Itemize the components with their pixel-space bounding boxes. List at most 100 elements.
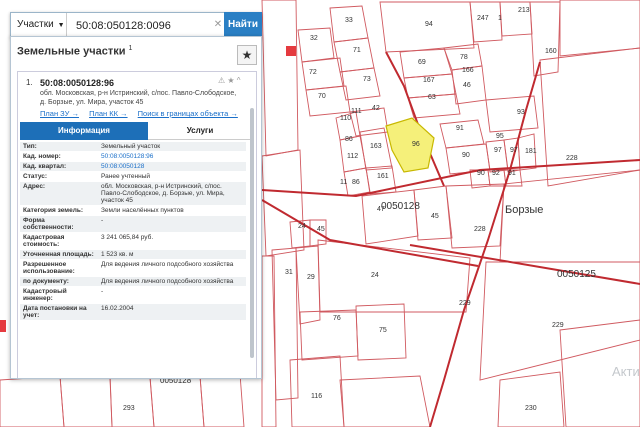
chevron-down-icon: ▼ [57, 22, 65, 29]
info-row: Адрес: обл. Московская, р-н Истринский, с… [20, 182, 246, 206]
link-plan-zu[interactable]: План ЗУ → [40, 109, 79, 118]
parcel-number: 161 [377, 173, 389, 180]
parcel-number: 97 [494, 147, 502, 154]
tab-services[interactable]: Услуги [148, 122, 252, 140]
info-row: Дата постановки на учет: 16.02.2004 [20, 304, 246, 321]
result-tool-icons[interactable]: ⚠ ★ ^ [218, 76, 241, 85]
info-row: Кадастровый инженер: - [20, 287, 246, 304]
parcel-number: 90 [462, 152, 470, 159]
info-row: Уточненная площадь: 1 523 кв. м [20, 250, 246, 260]
parcel-number: 70 [318, 93, 326, 100]
info-row-value: 3 241 065,84 руб. [101, 234, 154, 241]
result-index: 1. [26, 78, 33, 87]
parcel-number: 166 [462, 67, 474, 74]
info-row-value: 16.02.2004 [101, 305, 134, 312]
link-search-bounds[interactable]: Поиск в границах объекта → [138, 109, 238, 118]
info-row-label: Кад. квартал: [23, 163, 67, 170]
info-row-value: Земельный участок [101, 143, 161, 150]
info-row-label: Кадастровый инженер: [23, 288, 67, 302]
search-type-select[interactable]: Участки ▼ [11, 13, 67, 37]
parcel-number: 160 [545, 48, 557, 55]
search-bar: Участки▼ ✕ Найти [10, 12, 262, 39]
parcel-number: 93 [517, 109, 525, 116]
clear-icon[interactable]: ✕ [211, 13, 225, 37]
parcel-number: 32 [310, 35, 318, 42]
parcel-number: 97 [510, 147, 518, 154]
info-row-value: 1 523 кв. м [101, 251, 134, 258]
info-row-value: Ранее учтенный [101, 173, 150, 180]
quarter-label-1: 0050128 [381, 201, 420, 212]
info-row: Кад. квартал: 50:08:0050128 [20, 162, 246, 172]
info-row-label: Уточненная площадь: [23, 251, 94, 258]
info-row-value: обл. Московская, р-н Истринский, с/пос. … [101, 183, 225, 204]
parcel-number: 92 [492, 170, 500, 177]
parcel-number: 228 [474, 226, 486, 233]
parcel-number: 116 [311, 393, 322, 400]
info-row-label: Статус: [23, 173, 48, 180]
info-row: по документу: Для ведения личного подсобн… [20, 277, 246, 287]
panel-scrollbar[interactable] [250, 108, 254, 358]
parcel-number: 86 [345, 136, 353, 143]
parcel-number: 112 [347, 153, 358, 160]
info-row: Форма собственности: - [20, 216, 246, 233]
info-row-label: по документу: [23, 278, 69, 285]
parcel-number: 293 [123, 405, 135, 412]
parcel-number: 95 [496, 133, 504, 140]
info-row-label: Разрешенное использование: [23, 261, 75, 275]
info-row: Кад. номер: 50:08:0050128:96 [20, 152, 246, 162]
parcel-number: 71 [353, 47, 361, 54]
link-plan-kk[interactable]: План КК → [89, 109, 128, 118]
parcel-number: 90 [477, 170, 485, 177]
parcel-number: 163 [370, 143, 382, 150]
result-address: обл. Московская, р-н Истринский, с/пос. … [40, 90, 237, 106]
results-panel: Земельные участки 1 ★ 1. 50:08:0050128:9… [10, 36, 262, 379]
info-row-value: Для ведения личного подсобного хозяйства [101, 278, 234, 285]
info-row-label: Тип: [23, 143, 37, 150]
result-links: План ЗУ → План КК → Поиск в границах объ… [40, 109, 246, 118]
info-row-value: Земли населённых пунктов [101, 207, 184, 214]
info-row-value[interactable]: 50:08:0050128:96 [98, 152, 246, 161]
parcel-number: 96 [412, 141, 420, 148]
search-button[interactable]: Найти [224, 12, 262, 38]
info-row-value: - [101, 288, 104, 295]
info-table: Тип: Земельный участок Кад. номер: 50:08:00… [20, 142, 246, 321]
parcel-number: 63 [428, 94, 436, 101]
parcel-number: 229 [552, 322, 564, 329]
parcel-number: 1 [498, 15, 502, 22]
village-label: Борзые [505, 204, 543, 216]
parcel-number: 167 [423, 77, 435, 84]
info-row-value: - [101, 217, 104, 224]
parcel-number: 73 [363, 76, 371, 83]
quarter-label-2: 0050125 [557, 269, 596, 280]
info-row-label: Форма собственности: [23, 217, 74, 231]
favorite-star-icon[interactable]: ★ [237, 45, 257, 65]
parcel-number: 181 [525, 148, 537, 155]
info-row-label: Дата постановки на учет: [23, 305, 87, 319]
result-cad-number[interactable]: 50:08:0050128:96 [40, 78, 114, 88]
parcel-number: 228 [566, 155, 578, 162]
info-row-label: Кад. номер: [23, 153, 61, 160]
parcel-number: 110 [340, 115, 351, 122]
info-row: Кадастровая стоимость: 3 241 065,84 руб. [20, 233, 246, 250]
parcel-number: 24 [371, 272, 379, 279]
info-row-label: Адрес: [23, 183, 46, 190]
parcel-number: 111 [351, 108, 362, 115]
parcel-number: 229 [459, 300, 471, 307]
parcel-number: 247 [477, 15, 489, 22]
info-row-label: Кадастровая стоимость: [23, 234, 65, 248]
parcel-number: 45 [317, 226, 325, 233]
parcel-marker-left [0, 320, 6, 332]
parcel-number: 45 [431, 213, 439, 220]
parcel-number: 46 [463, 82, 471, 89]
info-row: Тип: Земельный участок [20, 142, 246, 152]
parcel-number: 76 [333, 315, 341, 322]
panel-title: Земельные участки 1 [17, 45, 133, 58]
parcel-number: 91 [456, 125, 464, 132]
info-row-value: Для ведения личного подсобного хозяйства [101, 261, 234, 268]
info-row: Разрешенное использование: Для ведения ли… [20, 260, 246, 277]
tab-information[interactable]: Информация [20, 122, 148, 140]
info-row-label: Категория земель: [23, 207, 84, 214]
parcel-number: 230 [525, 405, 537, 412]
parcel-number: 78 [460, 54, 468, 61]
info-row-value[interactable]: 50:08:0050128 [98, 162, 246, 171]
